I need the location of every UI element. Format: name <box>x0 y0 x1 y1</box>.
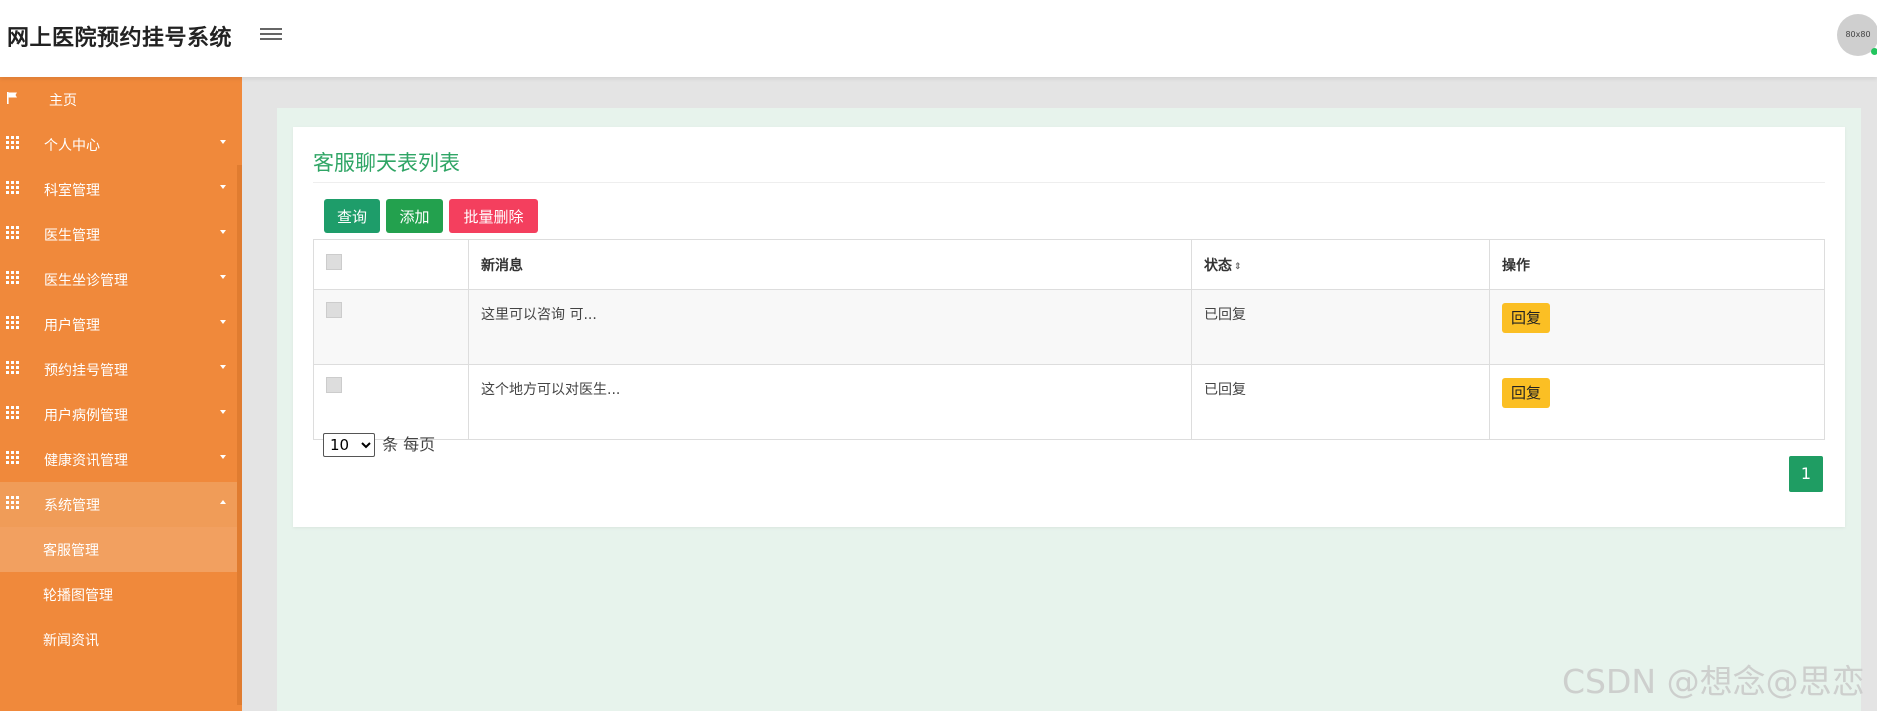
sidebar-item-label: 系统管理 <box>44 498 100 514</box>
sidebar-item-personal-center[interactable]: 个人中心 <box>0 122 242 167</box>
reply-button[interactable]: 回复 <box>1502 378 1550 408</box>
row-checkbox[interactable] <box>326 377 342 393</box>
page-size-suffix: 条 每页 <box>382 435 436 454</box>
sidebar-subitem-label: 客服管理 <box>43 543 99 559</box>
chevron-down-icon <box>220 410 226 414</box>
table-row: 这里可以咨询 可... 已回复 回复 <box>313 289 1825 365</box>
sidebar-item-doctor-schedule-management[interactable]: 医生坐诊管理 <box>0 257 242 302</box>
table-header-row: 新消息 状态 ⇕ 操作 <box>313 239 1825 290</box>
grid-icon <box>6 451 20 465</box>
select-all-header <box>313 239 469 290</box>
chevron-up-icon <box>220 500 226 504</box>
sidebar-subitem-carousel[interactable]: 轮播图管理 <box>0 572 242 617</box>
column-header-message: 新消息 <box>468 239 1192 290</box>
page-size-select[interactable]: 10 <box>323 433 375 457</box>
chevron-down-icon <box>220 320 226 324</box>
sidebar-item-label: 用户病例管理 <box>44 408 128 424</box>
page-title: 客服聊天表列表 <box>313 151 460 175</box>
action-cell: 回复 <box>1489 364 1825 440</box>
action-cell: 回复 <box>1489 289 1825 365</box>
sidebar-item-doctor-management[interactable]: 医生管理 <box>0 212 242 257</box>
column-header-status[interactable]: 状态 ⇕ <box>1191 239 1490 290</box>
grid-icon <box>6 136 20 150</box>
select-all-checkbox[interactable] <box>326 253 342 270</box>
sidebar-item-label: 个人中心 <box>44 138 100 154</box>
status-cell: 已回复 <box>1191 364 1490 440</box>
chevron-down-icon <box>220 275 226 279</box>
sidebar-item-label: 医生坐诊管理 <box>44 273 128 289</box>
sidebar-item-label: 健康资讯管理 <box>44 453 128 469</box>
title-divider <box>313 182 1825 183</box>
grid-icon <box>6 316 20 330</box>
sidebar-item-medical-record-management[interactable]: 用户病例管理 <box>0 392 242 437</box>
chat-table: 新消息 状态 ⇕ 操作 这里可以咨询 可... 已回复 回复 这个地方可以对医生.… <box>313 239 1825 440</box>
sidebar-item-user-management[interactable]: 用户管理 <box>0 302 242 347</box>
list-card: 客服聊天表列表 查询 添加 批量删除 新消息 状态 ⇕ 操作 这里可以咨询 可..… <box>293 127 1845 527</box>
sidebar-item-label: 预约挂号管理 <box>44 363 128 379</box>
watermark: CSDN @想念@思恋 <box>1562 662 1865 701</box>
grid-icon <box>6 226 20 240</box>
app-title: 网上医院预约挂号系统 <box>7 26 233 51</box>
sidebar-subitem-label: 新闻资讯 <box>43 633 99 649</box>
grid-icon <box>6 406 20 420</box>
batch-delete-button[interactable]: 批量删除 <box>449 199 538 233</box>
row-checkbox-cell <box>313 289 469 365</box>
sidebar-item-appointment-management[interactable]: 预约挂号管理 <box>0 347 242 392</box>
page-button-current[interactable]: 1 <box>1789 456 1823 492</box>
status-cell: 已回复 <box>1191 289 1490 365</box>
table-row: 这个地方可以对医生... 已回复 回复 <box>313 364 1825 440</box>
chevron-down-icon <box>220 455 226 459</box>
page-size-control: 10 条 每页 <box>323 431 435 457</box>
add-button[interactable]: 添加 <box>386 199 443 233</box>
chevron-down-icon <box>220 365 226 369</box>
sidebar-item-label: 主页 <box>49 93 77 109</box>
flag-icon <box>7 92 17 104</box>
grid-icon <box>6 496 20 510</box>
sidebar: 主页 个人中心 科室管理 医生管理 医生坐诊管理 用户管理 预约挂号管理 用户病… <box>0 77 242 711</box>
sidebar-subitem-news[interactable]: 新闻资讯 <box>0 617 242 662</box>
message-cell: 这个地方可以对医生... <box>468 364 1192 440</box>
sidebar-item-health-news-management[interactable]: 健康资讯管理 <box>0 437 242 482</box>
row-checkbox-cell <box>313 364 469 440</box>
sidebar-subitem-label: 轮播图管理 <box>43 588 113 604</box>
row-checkbox[interactable] <box>326 302 342 318</box>
chevron-down-icon <box>220 185 226 189</box>
query-button[interactable]: 查询 <box>324 199 380 233</box>
sidebar-item-system-management[interactable]: 系统管理 <box>0 482 242 527</box>
sidebar-item-department-management[interactable]: 科室管理 <box>0 167 242 212</box>
grid-icon <box>6 271 20 285</box>
grid-icon <box>6 181 20 195</box>
column-header-status-label: 状态 <box>1204 257 1232 274</box>
sort-icon[interactable]: ⇕ <box>1234 262 1242 272</box>
sidebar-item-label: 科室管理 <box>44 183 100 199</box>
online-status-dot <box>1871 48 1877 55</box>
hamburger-menu-icon[interactable] <box>260 25 282 45</box>
chevron-down-icon <box>220 230 226 234</box>
sidebar-item-home[interactable]: 主页 <box>0 77 242 122</box>
sidebar-item-label: 用户管理 <box>44 318 100 334</box>
sidebar-scrollbar[interactable] <box>237 165 242 705</box>
column-header-action: 操作 <box>1489 239 1825 290</box>
top-header: 网上医院预约挂号系统 80x80 <box>0 0 1877 77</box>
chevron-down-icon <box>220 140 226 144</box>
sidebar-subitem-customer-service[interactable]: 客服管理 <box>0 527 242 572</box>
sidebar-item-label: 医生管理 <box>44 228 100 244</box>
message-cell: 这里可以咨询 可... <box>468 289 1192 365</box>
grid-icon <box>6 361 20 375</box>
reply-button[interactable]: 回复 <box>1502 303 1550 333</box>
